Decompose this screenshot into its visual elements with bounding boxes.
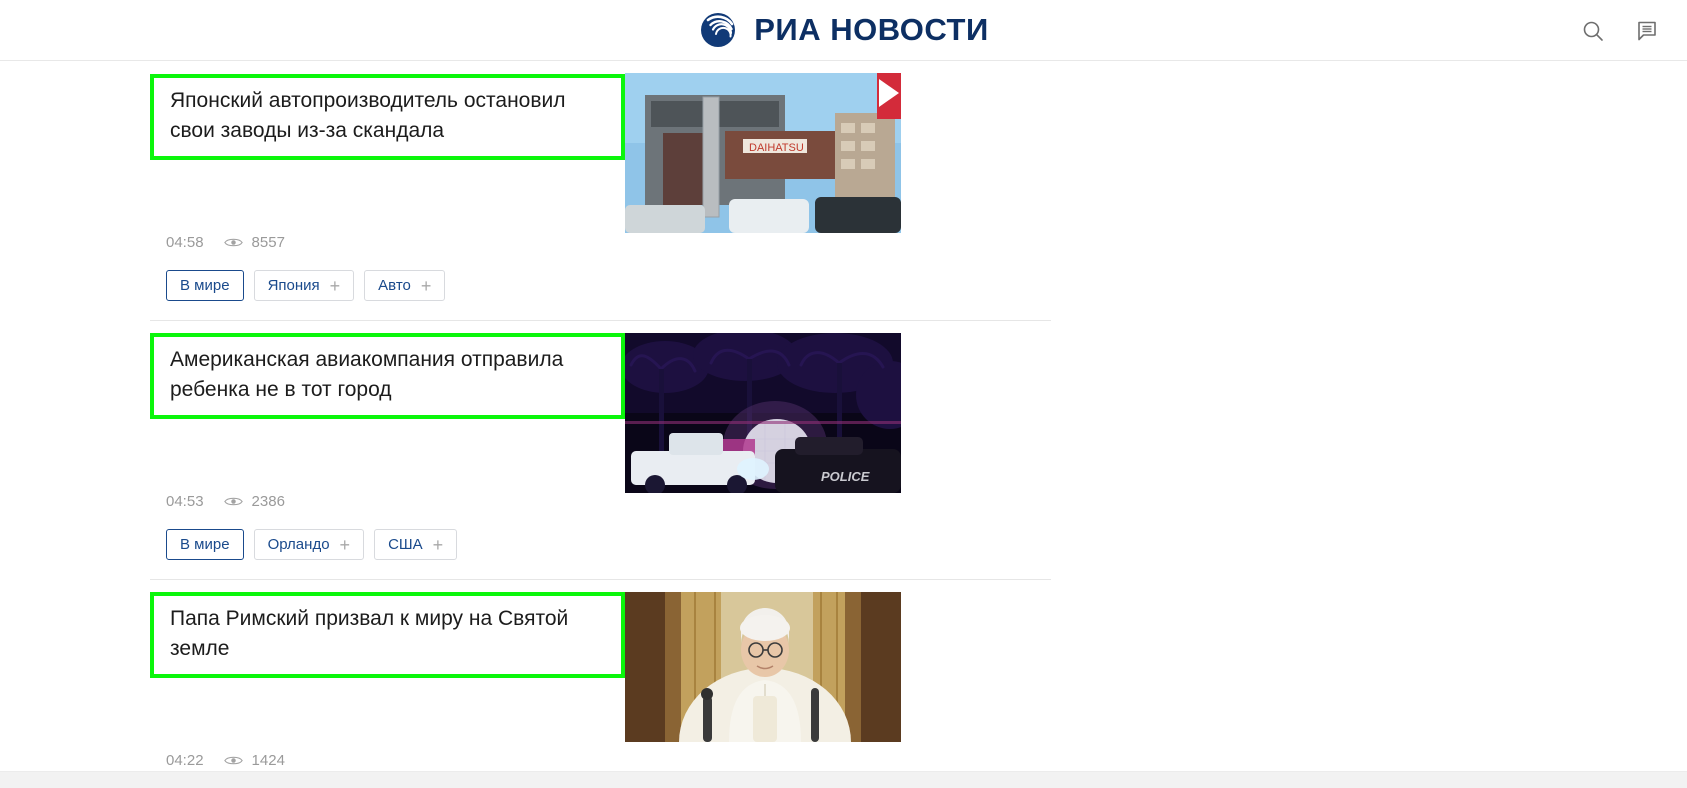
view-count: 1424 — [223, 752, 285, 769]
headline-highlight-box: Японский автопроизводитель остановил сво… — [150, 74, 625, 160]
tag-ssha[interactable]: США + — [374, 529, 458, 560]
news-headline[interactable]: Американская авиакомпания отправила ребе… — [170, 345, 607, 405]
publish-time: 04:22 — [166, 752, 204, 769]
ria-globe-logo — [698, 10, 738, 50]
headline-highlight-box: Американская авиакомпания отправила ребе… — [150, 333, 625, 419]
view-count-value: 8557 — [251, 234, 285, 251]
news-meta: 04:22 1424 — [150, 752, 625, 769]
tag-orlando[interactable]: Орландо + — [253, 529, 365, 560]
publish-time: 04:53 — [166, 493, 204, 510]
page-title: РИА НОВОСТИ — [754, 12, 989, 47]
view-count-value: 1424 — [251, 752, 285, 769]
plus-icon: + — [420, 275, 432, 296]
news-item: Японский автопроизводитель остановил сво… — [0, 61, 1051, 320]
tag-label: В мире — [180, 277, 230, 294]
news-item-content: Американская авиакомпания отправила ребе… — [0, 321, 625, 579]
header-actions — [1579, 0, 1661, 61]
news-item: Папа Римский призвал к миру на Святой зе… — [0, 580, 1051, 769]
tag-label: Авто — [378, 277, 411, 294]
plus-icon: + — [432, 534, 444, 555]
search-icon[interactable] — [1579, 17, 1607, 45]
news-meta: 04:53 2386 — [150, 493, 625, 510]
news-tags: В мире Орландо + США + — [150, 529, 625, 560]
tag-v-mire[interactable]: В мире — [166, 270, 244, 301]
news-item-content: Японский автопроизводитель остановил сво… — [0, 61, 625, 320]
eye-icon — [223, 236, 243, 249]
news-feed: Японский автопроизводитель остановил сво… — [0, 61, 1687, 769]
news-item-content: Папа Римский призвал к миру на Святой зе… — [0, 580, 625, 769]
svg-text:POLICE: POLICE — [821, 469, 870, 484]
brand-logo-link[interactable]: РИА НОВОСТИ — [698, 10, 989, 50]
view-count: 8557 — [223, 234, 285, 251]
tag-label: В мире — [180, 536, 230, 553]
news-item: Американская авиакомпания отправила ребе… — [0, 321, 1051, 579]
horizontal-scrollbar[interactable] — [0, 771, 1687, 788]
news-thumbnail[interactable] — [625, 592, 901, 742]
publish-time: 04:58 — [166, 234, 204, 251]
tag-yaponiya[interactable]: Япония + — [253, 270, 355, 301]
tag-label: Япония — [267, 277, 320, 294]
tag-v-mire[interactable]: В мире — [166, 529, 244, 560]
site-header: РИА НОВОСТИ — [0, 0, 1687, 61]
news-headline[interactable]: Японский автопроизводитель остановил сво… — [170, 86, 607, 146]
news-tags: В мире Япония + Авто + — [150, 270, 625, 301]
svg-text:DAIHATSU: DAIHATSU — [749, 142, 804, 154]
plus-icon: + — [329, 275, 341, 296]
plus-icon: + — [339, 534, 351, 555]
tag-avto[interactable]: Авто + — [364, 270, 446, 301]
news-meta: 04:58 8557 — [150, 234, 625, 251]
tag-label: США — [388, 536, 423, 553]
news-headline[interactable]: Папа Римский призвал к миру на Святой зе… — [170, 604, 607, 664]
eye-icon — [223, 495, 243, 508]
view-count-value: 2386 — [251, 493, 285, 510]
comments-icon[interactable] — [1633, 17, 1661, 45]
news-thumbnail[interactable]: POLICE — [625, 333, 901, 493]
news-thumbnail[interactable]: DAIHATSU — [625, 73, 901, 233]
view-count: 2386 — [223, 493, 285, 510]
eye-icon — [223, 754, 243, 767]
tag-label: Орландо — [267, 536, 330, 553]
headline-highlight-box: Папа Римский призвал к миру на Святой зе… — [150, 592, 625, 678]
